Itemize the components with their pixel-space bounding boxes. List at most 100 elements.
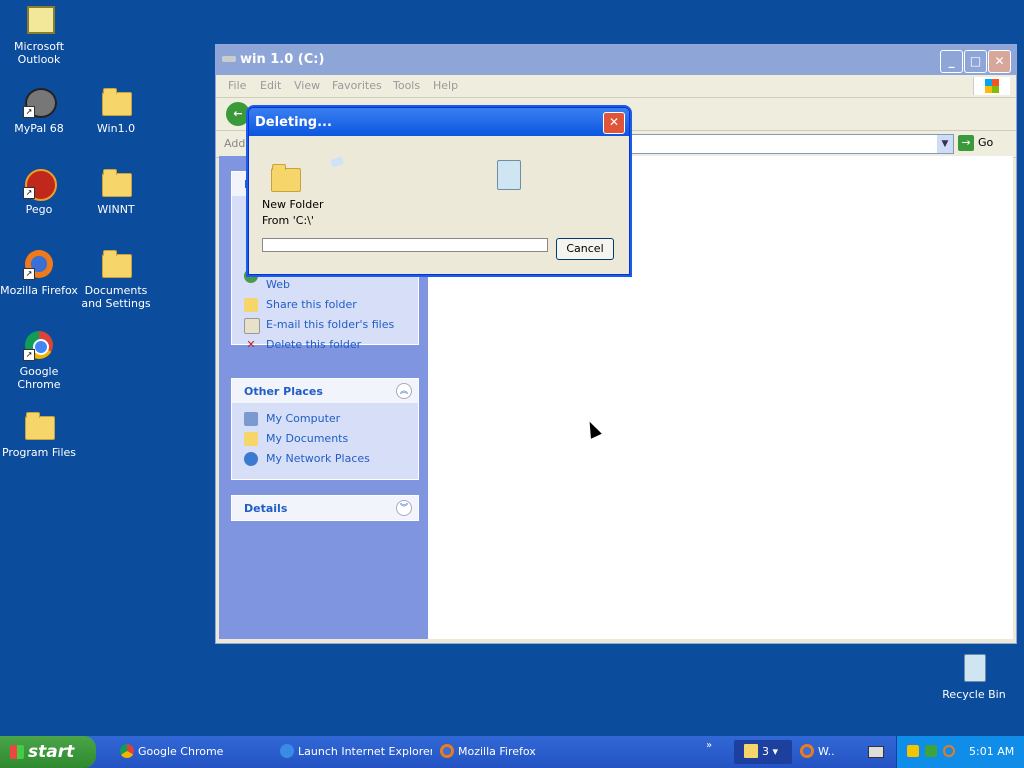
desktop-icon-label: Mozilla Firefox <box>0 284 78 297</box>
mypal-icon: ↗ <box>23 86 57 118</box>
firefox-icon <box>800 744 814 758</box>
back-arrow-icon[interactable]: ← <box>226 102 250 126</box>
delete-x-icon: ✕ <box>246 338 256 351</box>
menu-file[interactable]: File <box>228 79 246 92</box>
taskbar-item-ie[interactable]: Launch Internet Explorer... <box>280 740 432 764</box>
internet-explorer-icon <box>280 744 294 758</box>
desktop-icon-firefox[interactable]: ↗ Mozilla Firefox <box>0 248 78 297</box>
dialog-from-text: From 'C:\' <box>262 214 314 227</box>
desktop-icon-mypal[interactable]: ↗ MyPal 68 <box>0 86 78 135</box>
keyboard-icon[interactable] <box>868 746 884 758</box>
desktop-icon-label: MyPal 68 <box>14 122 64 135</box>
folder-icon <box>100 86 132 118</box>
desktop-icon-label: Microsoft Outlook <box>13 40 65 66</box>
menu-edit[interactable]: Edit <box>260 79 281 92</box>
address-input[interactable]: ▼ <box>626 134 954 154</box>
windows-flag-icon <box>10 745 24 759</box>
go-button[interactable]: → Go <box>958 135 993 151</box>
share-folder-link[interactable]: Share this folder <box>232 295 418 315</box>
desktop-icon-label: Google Chrome <box>17 365 61 391</box>
windows-logo-icon <box>973 77 1010 95</box>
taskbar-item-firefox[interactable]: Mozilla Firefox <box>440 740 590 764</box>
system-tray: 5:01 AM <box>896 736 1024 768</box>
mouse-cursor-icon <box>584 419 602 439</box>
dialog-title-bar[interactable]: Deleting... ✕ <box>249 108 629 136</box>
desktop-icon-label: Win1.0 <box>96 122 136 135</box>
flying-paper-icon <box>329 156 345 168</box>
recycle-bin-icon <box>958 652 990 684</box>
details-header[interactable]: Details ︾ <box>232 496 418 520</box>
firefox-icon <box>440 744 454 758</box>
search-icon[interactable] <box>943 745 955 757</box>
chevron-down-icon[interactable]: ︾ <box>396 500 412 516</box>
other-places-title: Other Places <box>244 385 323 398</box>
documents-icon <box>244 432 258 446</box>
folder-icon <box>744 744 758 758</box>
firefox-icon: ↗ <box>23 248 55 280</box>
desktop-icon-win10[interactable]: Win1.0 <box>77 86 155 135</box>
details-panel: Details ︾ <box>231 495 419 521</box>
chevron-up-icon[interactable]: ︽ <box>396 383 412 399</box>
desktop-icon-chrome[interactable]: ↗ Google Chrome <box>0 329 78 391</box>
other-places-panel: Other Places ︽ My Computer My Documents M… <box>231 378 419 480</box>
recycle-bin-icon <box>497 160 521 190</box>
shield-icon[interactable] <box>907 745 919 757</box>
other-places-header[interactable]: Other Places ︽ <box>232 379 418 403</box>
menu-favorites[interactable]: Favorites <box>332 79 382 92</box>
my-documents-link[interactable]: My Documents <box>232 429 418 449</box>
details-title: Details <box>244 502 288 515</box>
email-icon <box>244 318 260 334</box>
share-folder-icon <box>244 298 258 312</box>
desktop-icon-label: Documents and Settings <box>81 284 151 310</box>
taskbar-item-chrome[interactable]: Google Chrome <box>120 740 270 764</box>
minimize-button[interactable]: _ <box>940 50 963 73</box>
close-button[interactable]: ✕ <box>988 50 1011 73</box>
desktop-icon-label: WINNT <box>97 203 135 216</box>
menu-bar: File Edit View Favorites Tools Help <box>216 75 1016 98</box>
pego-icon: ↗ <box>23 167 57 201</box>
desktop-icon-outlook[interactable]: Microsoft Outlook <box>0 4 78 66</box>
delete-folder-link[interactable]: ✕ Delete this folder <box>232 335 418 355</box>
dialog-title: Deleting... <box>255 115 332 130</box>
desktop-icon-winnt[interactable]: WINNT <box>77 167 155 216</box>
my-computer-link[interactable]: My Computer <box>232 409 418 429</box>
chrome-icon <box>120 744 134 758</box>
clock: 5:01 AM <box>969 745 1015 758</box>
desktop-icon-documents[interactable]: Documents and Settings <box>77 248 155 310</box>
cancel-button[interactable]: Cancel <box>556 238 614 260</box>
network-icon[interactable] <box>925 745 937 757</box>
menu-help[interactable]: Help <box>433 79 458 92</box>
maximize-button[interactable]: □ <box>964 50 987 73</box>
outlook-icon <box>23 4 55 36</box>
desktop-icon-label: Pego <box>25 203 53 216</box>
explorer-title: win 1.0 (C:) <box>240 52 325 67</box>
folder-icon <box>100 248 132 280</box>
explorer-title-bar[interactable]: win 1.0 (C:) _ □ ✕ <box>216 45 1016 75</box>
start-button[interactable]: start <box>0 736 96 768</box>
taskbar-group-explorer[interactable]: 3 ▾ <box>734 740 792 764</box>
taskbar: start Google Chrome Launch Internet Expl… <box>0 736 1024 768</box>
network-icon <box>244 452 258 466</box>
go-label: Go <box>978 136 994 149</box>
email-folder-link[interactable]: E-mail this folder's files <box>232 315 418 335</box>
deleting-dialog: Deleting... ✕ New Folder From 'C:\' Canc… <box>248 107 630 275</box>
dialog-item-name: New Folder <box>262 198 324 211</box>
folder-icon <box>23 410 55 442</box>
menu-view[interactable]: View <box>294 79 320 92</box>
drive-icon <box>222 56 236 62</box>
taskbar-item-firefox-window[interactable]: W.. <box>800 740 846 764</box>
computer-icon <box>244 412 258 426</box>
chrome-icon: ↗ <box>23 329 55 361</box>
my-network-places-link[interactable]: My Network Places <box>232 449 418 469</box>
chevron-right-icon[interactable]: » <box>706 740 712 751</box>
go-arrow-icon: → <box>958 135 974 151</box>
chevron-down-icon[interactable]: ▼ <box>937 135 953 153</box>
menu-tools[interactable]: Tools <box>393 79 420 92</box>
desktop-icon-program-files[interactable]: Program Files <box>0 410 78 459</box>
desktop-icon-label: Recycle Bin <box>942 688 1006 701</box>
desktop-icon-recycle-bin[interactable]: Recycle Bin <box>935 652 1013 701</box>
dialog-close-button[interactable]: ✕ <box>603 112 625 134</box>
delete-progress-bar <box>262 238 548 252</box>
folder-icon <box>100 167 132 199</box>
desktop-icon-pego[interactable]: ↗ Pego <box>0 167 78 216</box>
